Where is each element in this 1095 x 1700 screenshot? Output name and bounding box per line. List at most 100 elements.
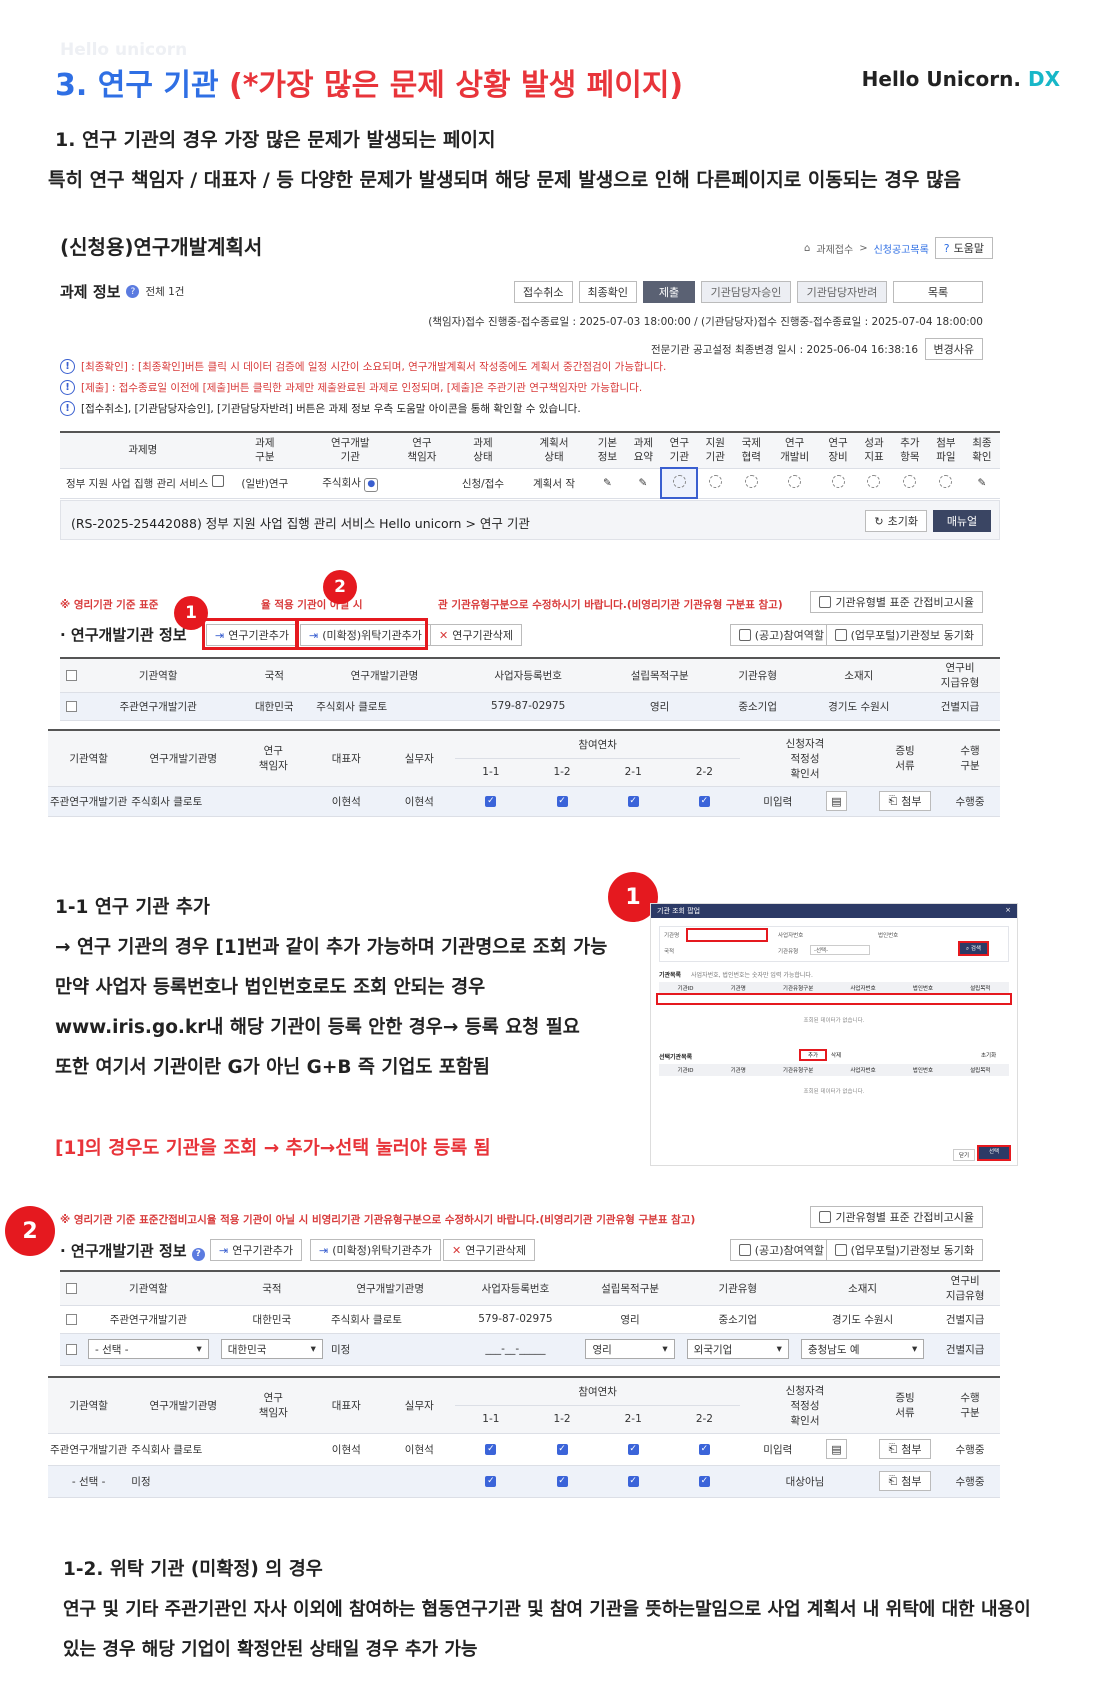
dotted-circle-icon[interactable] — [697, 468, 734, 499]
part-role[interactable]: - 선택 - — [48, 1465, 130, 1498]
status-button[interactable]: 기관담당자반려 — [797, 281, 887, 303]
doc-icon — [834, 629, 847, 641]
bizno-input[interactable]: ___-__-_____ — [451, 1333, 580, 1366]
checkbox-checked[interactable]: ✓ — [485, 795, 497, 807]
org-row-new[interactable]: - 선택 - ▾ 대한민국 ▾ 미정 ___-__-_____ 영리 ▾ 외국기업 ▾ … — [60, 1333, 1000, 1366]
search-button[interactable]: ⌕ 검색 — [958, 941, 989, 956]
add-org-button[interactable]: ⇥ 연구기관추가 — [210, 1239, 302, 1261]
checkbox-checked[interactable]: ✓ — [485, 1443, 497, 1455]
checkbox[interactable] — [65, 700, 77, 712]
task-row[interactable]: 정부 지원 사업 집행 관리 서비스 (일반)연구 주식회사 ● 신청/접수 계… — [60, 467, 1000, 499]
label-corpno: 법인번호 — [878, 933, 899, 939]
sync-button[interactable]: (업무포털)기관정보 동기화 — [825, 1239, 983, 1261]
section-1-1-line: 또한 여기서 기관이란 G가 아닌 G+B 즉 기업도 포함됨 — [55, 1057, 490, 1078]
person-icon[interactable]: ● — [364, 477, 379, 492]
delete-button[interactable]: 삭제 — [831, 1051, 841, 1059]
dotted-circle-icon[interactable] — [891, 468, 928, 499]
participation-row-new[interactable]: - 선택 - 미정 ✓ ✓ ✓ ✓ 대상아님 ⎗ 첨부 수행중 — [48, 1465, 1000, 1498]
task-table: 과제명 과제 구분 연구개발 기관 연구 책임자 과제 상태 계획서 상태 기본 정보 과제 … — [60, 431, 1000, 499]
section-1-1-line: → 연구 기관의 경우 [1]번과 같이 추가 가능하며 기관명으로 조회 가능 — [55, 937, 608, 958]
checkbox-checked[interactable]: ✓ — [485, 1475, 497, 1487]
task-col-header: 연구 개발비 — [769, 432, 821, 469]
dotted-circle-icon[interactable] — [733, 468, 770, 499]
doc-icon[interactable]: ▤ — [826, 791, 847, 811]
close-icon[interactable]: × — [1005, 906, 1011, 916]
status-button[interactable]: 목록 — [893, 281, 983, 303]
status-button[interactable]: 제출 — [643, 281, 695, 303]
delete-org-button[interactable]: ✕ 연구기관삭제 — [443, 1239, 535, 1261]
country-select[interactable]: 대한민국 ▾ — [220, 1339, 323, 1359]
doc-icon[interactable]: ▤ — [826, 1439, 847, 1459]
checkbox-checked[interactable]: ✓ — [556, 795, 568, 807]
participate-button[interactable]: (공고)참여역할 — [729, 1239, 833, 1261]
checkbox-checked[interactable]: ✓ — [698, 1443, 710, 1455]
org-name-input[interactable] — [686, 928, 768, 942]
attach-button[interactable]: ⎗ 첨부 — [879, 791, 931, 811]
checkbox[interactable] — [65, 1282, 77, 1294]
org-cell: 중소기업 — [717, 692, 798, 721]
checkbox[interactable] — [65, 669, 77, 681]
manual-button[interactable]: 매뉴얼 — [933, 510, 991, 532]
status-button[interactable]: 기관담당자승인 — [701, 281, 791, 303]
type-select[interactable]: -선택- — [810, 945, 870, 955]
breadcrumb-current[interactable]: 신청공고목록 — [874, 241, 929, 256]
dotted-circle-icon[interactable] — [820, 468, 856, 499]
doc-icon — [834, 1244, 847, 1256]
change-reason-button[interactable]: 변경사유 — [924, 338, 983, 360]
std-rate-button[interactable]: 기관유형별 표준 간접비고시율 — [810, 1206, 983, 1228]
edit-icon[interactable]: ✎ — [625, 468, 662, 499]
participation-row[interactable]: 주관연구개발기관 주식회사 클로토 이현석 이현석 ✓ ✓ ✓ ✓ 미입력 ▤ ⎗… — [48, 786, 1000, 817]
checkbox-checked[interactable]: ✓ — [627, 1475, 639, 1487]
research-org-cell[interactable] — [660, 467, 699, 499]
reset-button[interactable]: ↻ 초기화 — [865, 510, 927, 532]
std-rate-button[interactable]: 기관유형별 표준 간접비고시율 — [810, 591, 983, 613]
checkbox-checked[interactable]: ✓ — [627, 1443, 639, 1455]
participation-row[interactable]: 주관연구개발기관 주식회사 클로토 이현석 이현석 ✓ ✓ ✓ ✓ 미입력 ▤ ⎗… — [48, 1433, 1000, 1466]
col-proof: 증빙 서류 — [870, 730, 940, 787]
status-button[interactable]: 접수취소 — [514, 281, 573, 303]
orgtype-select[interactable]: 외국기업 ▾ — [686, 1339, 789, 1359]
popup-col: 기관ID — [677, 1068, 694, 1074]
marker-2-large: 2 — [5, 1206, 55, 1256]
checkbox[interactable] — [65, 1343, 77, 1355]
copy-icon[interactable] — [211, 475, 224, 487]
org-info-title: · 연구개발기관 정보 ? — [60, 1240, 205, 1261]
checkbox-checked[interactable]: ✓ — [627, 795, 639, 807]
add-consign-button[interactable]: ⇥ (미확정)위탁기관추가 — [310, 1239, 441, 1261]
select-button[interactable]: 선택 — [977, 1145, 1011, 1161]
breadcrumb-home[interactable]: 과제접수 — [816, 241, 853, 256]
region-select[interactable]: 충청남도 예 ▾ — [800, 1339, 925, 1359]
col-year: 2-2 — [668, 1405, 740, 1434]
org-row[interactable]: 주관연구개발기관 대한민국 주식회사 클로토 579-87-02975 영리 중소기업 경기… — [60, 692, 1000, 721]
part-staff: 이현석 — [383, 786, 456, 817]
popup-col: 기관ID — [677, 986, 694, 992]
dotted-circle-icon[interactable] — [927, 468, 964, 499]
help-button[interactable]: ? 도움말 — [934, 237, 993, 259]
participate-button[interactable]: (공고)참여역할 — [729, 624, 833, 646]
checkbox-checked[interactable]: ✓ — [698, 1475, 710, 1487]
sync-button[interactable]: (업무포털)기관정보 동기화 — [825, 624, 983, 646]
edit-icon[interactable]: ✎ — [963, 468, 1000, 499]
role-select[interactable]: - 선택 - ▾ — [88, 1339, 209, 1359]
delete-org-button[interactable]: ✕ 연구기관삭제 — [430, 624, 522, 646]
participation-table: 기관역할 연구개발기관명 연구 책임자 대표자 실무자 참여연차 신청자격 적정… — [48, 729, 1000, 817]
dotted-circle-icon[interactable] — [769, 468, 821, 499]
org-list-result-row[interactable] — [656, 993, 1012, 1005]
add-button[interactable]: 추가 — [799, 1049, 827, 1061]
attach-button[interactable]: ⎗ 첨부 — [879, 1439, 931, 1459]
checkbox-checked[interactable]: ✓ — [556, 1475, 568, 1487]
col-staff: 실무자 — [383, 730, 456, 787]
status-button[interactable]: 최종확인 — [578, 281, 637, 303]
dotted-circle-icon[interactable] — [856, 468, 892, 499]
org-row[interactable]: 주관연구개발기관 대한민국 주식회사 클로토 579-87-02975 영리 중소기업 경기… — [60, 1305, 1000, 1334]
checkbox[interactable] — [65, 1313, 77, 1325]
edit-icon[interactable]: ✎ — [589, 468, 626, 499]
info-icon[interactable]: ? — [126, 285, 140, 298]
checkbox-checked[interactable]: ✓ — [556, 1443, 568, 1455]
reset-button[interactable]: 초기화 — [981, 1051, 996, 1059]
checkbox-checked[interactable]: ✓ — [698, 795, 710, 807]
attach-button[interactable]: ⎗ 첨부 — [879, 1471, 931, 1491]
cancel-button[interactable]: 닫기 — [953, 1149, 976, 1161]
purpose-select[interactable]: 영리 ▾ — [585, 1339, 675, 1359]
info-icon[interactable]: ? — [191, 1247, 205, 1261]
